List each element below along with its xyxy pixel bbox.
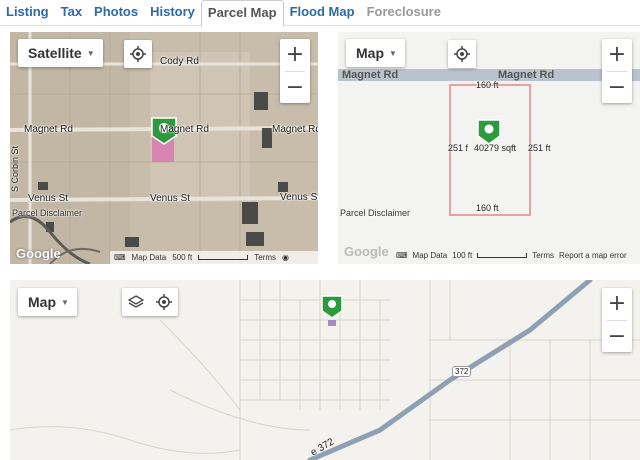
satellite-locate-button[interactable]: [124, 40, 152, 68]
tab-tax[interactable]: Tax: [55, 0, 88, 26]
scale-bar: [198, 255, 249, 260]
map-type-label: Map: [356, 45, 384, 61]
flood-map[interactable]: 372 e 372 Map ▼ + −: [10, 280, 640, 460]
parcel-left-dimension: 251 f: [448, 143, 469, 153]
tab-photos[interactable]: Photos: [88, 0, 144, 26]
zoom-out-button[interactable]: −: [602, 71, 632, 103]
satellite-map-type-button[interactable]: Satellite ▼: [18, 39, 103, 67]
keyboard-icon: ⌨: [114, 253, 126, 262]
zoom-in-button[interactable]: +: [280, 39, 310, 71]
terms-link[interactable]: Terms: [532, 251, 554, 260]
tab-parcel-map[interactable]: Parcel Map: [200, 0, 284, 27]
flood-map-type-button[interactable]: Map ▼: [18, 288, 77, 316]
parcel-zoom-control: + −: [602, 39, 632, 103]
parcel-attribution: ⌨ Map Data 100 ft Terms Report a map err…: [392, 249, 640, 262]
parcel-road-right: Magnet Rd: [498, 69, 555, 81]
parcel-map-type-button[interactable]: Map ▼: [346, 39, 405, 67]
road-label-cody: Cody Rd: [160, 56, 199, 67]
scale-label: 100 ft: [452, 251, 473, 260]
camera-icon: ◉: [282, 253, 290, 262]
parcel-area: 40279 sqft: [474, 143, 517, 153]
road-label-corbin: S Corbin St: [10, 145, 21, 193]
zoom-out-button[interactable]: −: [280, 71, 310, 103]
parcel-disclaimer-link[interactable]: Parcel Disclaimer: [340, 208, 410, 218]
chevron-down-icon: ▼: [389, 48, 397, 58]
road-label-venus-right: Venus St: [280, 192, 318, 203]
tab-history[interactable]: History: [144, 0, 201, 26]
parcel-top-dimension: 160 ft: [476, 80, 499, 90]
road-label-magnet-right: Magnet Rd: [272, 124, 318, 135]
layers-icon: [128, 295, 144, 308]
tab-bar: Listing Tax Photos History Parcel Map Fl…: [0, 0, 640, 27]
zoom-in-button[interactable]: +: [602, 39, 632, 71]
flood-zoom-control: + −: [602, 288, 632, 352]
parcel-bottom-dimension: 160 ft: [476, 203, 499, 213]
flood-layer-controls: [122, 288, 178, 316]
tab-listing[interactable]: Listing: [0, 0, 55, 26]
road-label-venus-left: Venus St: [28, 193, 69, 204]
report-map-error-link[interactable]: Report a map error: [559, 251, 627, 260]
tab-flood-map[interactable]: Flood Map: [284, 0, 361, 26]
tab-foreclosure[interactable]: Foreclosure: [361, 0, 447, 26]
road-label-venus-mid: Venus St: [150, 193, 191, 204]
satellite-attribution: ⌨ Map Data 500 ft Terms ◉: [110, 251, 318, 264]
chevron-down-icon: ▼: [86, 48, 95, 58]
map-data-label[interactable]: Map Data: [413, 251, 448, 260]
scale-label: 500 ft: [172, 253, 193, 262]
satellite-map[interactable]: Cody Rd Magnet Rd Magnet Rd Magnet Rd Ve…: [10, 32, 318, 264]
parcel-map[interactable]: Magnet Rd Magnet Rd 160 ft 160 ft 251 f …: [338, 32, 640, 264]
google-logo: Google: [344, 244, 389, 259]
satellite-zoom-control: + −: [280, 39, 310, 103]
crosshair-icon: [130, 46, 146, 62]
keyboard-icon: ⌨: [396, 251, 408, 260]
parcel-disclaimer-link[interactable]: Parcel Disclaimer: [12, 208, 82, 218]
map-data-label[interactable]: Map Data: [132, 253, 167, 262]
parcel-right-dimension: 251 ft: [528, 143, 551, 153]
flood-locate-button[interactable]: [150, 288, 178, 316]
map-type-label: Satellite: [28, 45, 82, 61]
flood-map-canvas: [10, 280, 640, 460]
google-logo: Google: [16, 246, 61, 261]
layers-button[interactable]: [122, 288, 150, 316]
parcel-road-left: Magnet Rd: [342, 69, 399, 81]
terms-link[interactable]: Terms: [254, 253, 276, 262]
zoom-in-button[interactable]: +: [602, 288, 632, 320]
map-type-label: Map: [28, 294, 56, 310]
road-label-magnet-left: Magnet Rd: [24, 124, 73, 135]
highway-shield: 372: [452, 366, 472, 377]
crosshair-icon: [156, 294, 172, 310]
scale-bar: [477, 253, 528, 258]
road-label-magnet-mid: Magnet Rd: [160, 124, 209, 135]
parcel-locate-button[interactable]: [448, 40, 476, 68]
crosshair-icon: [454, 46, 470, 62]
chevron-down-icon: ▼: [61, 297, 69, 307]
zoom-out-button[interactable]: −: [602, 320, 632, 352]
